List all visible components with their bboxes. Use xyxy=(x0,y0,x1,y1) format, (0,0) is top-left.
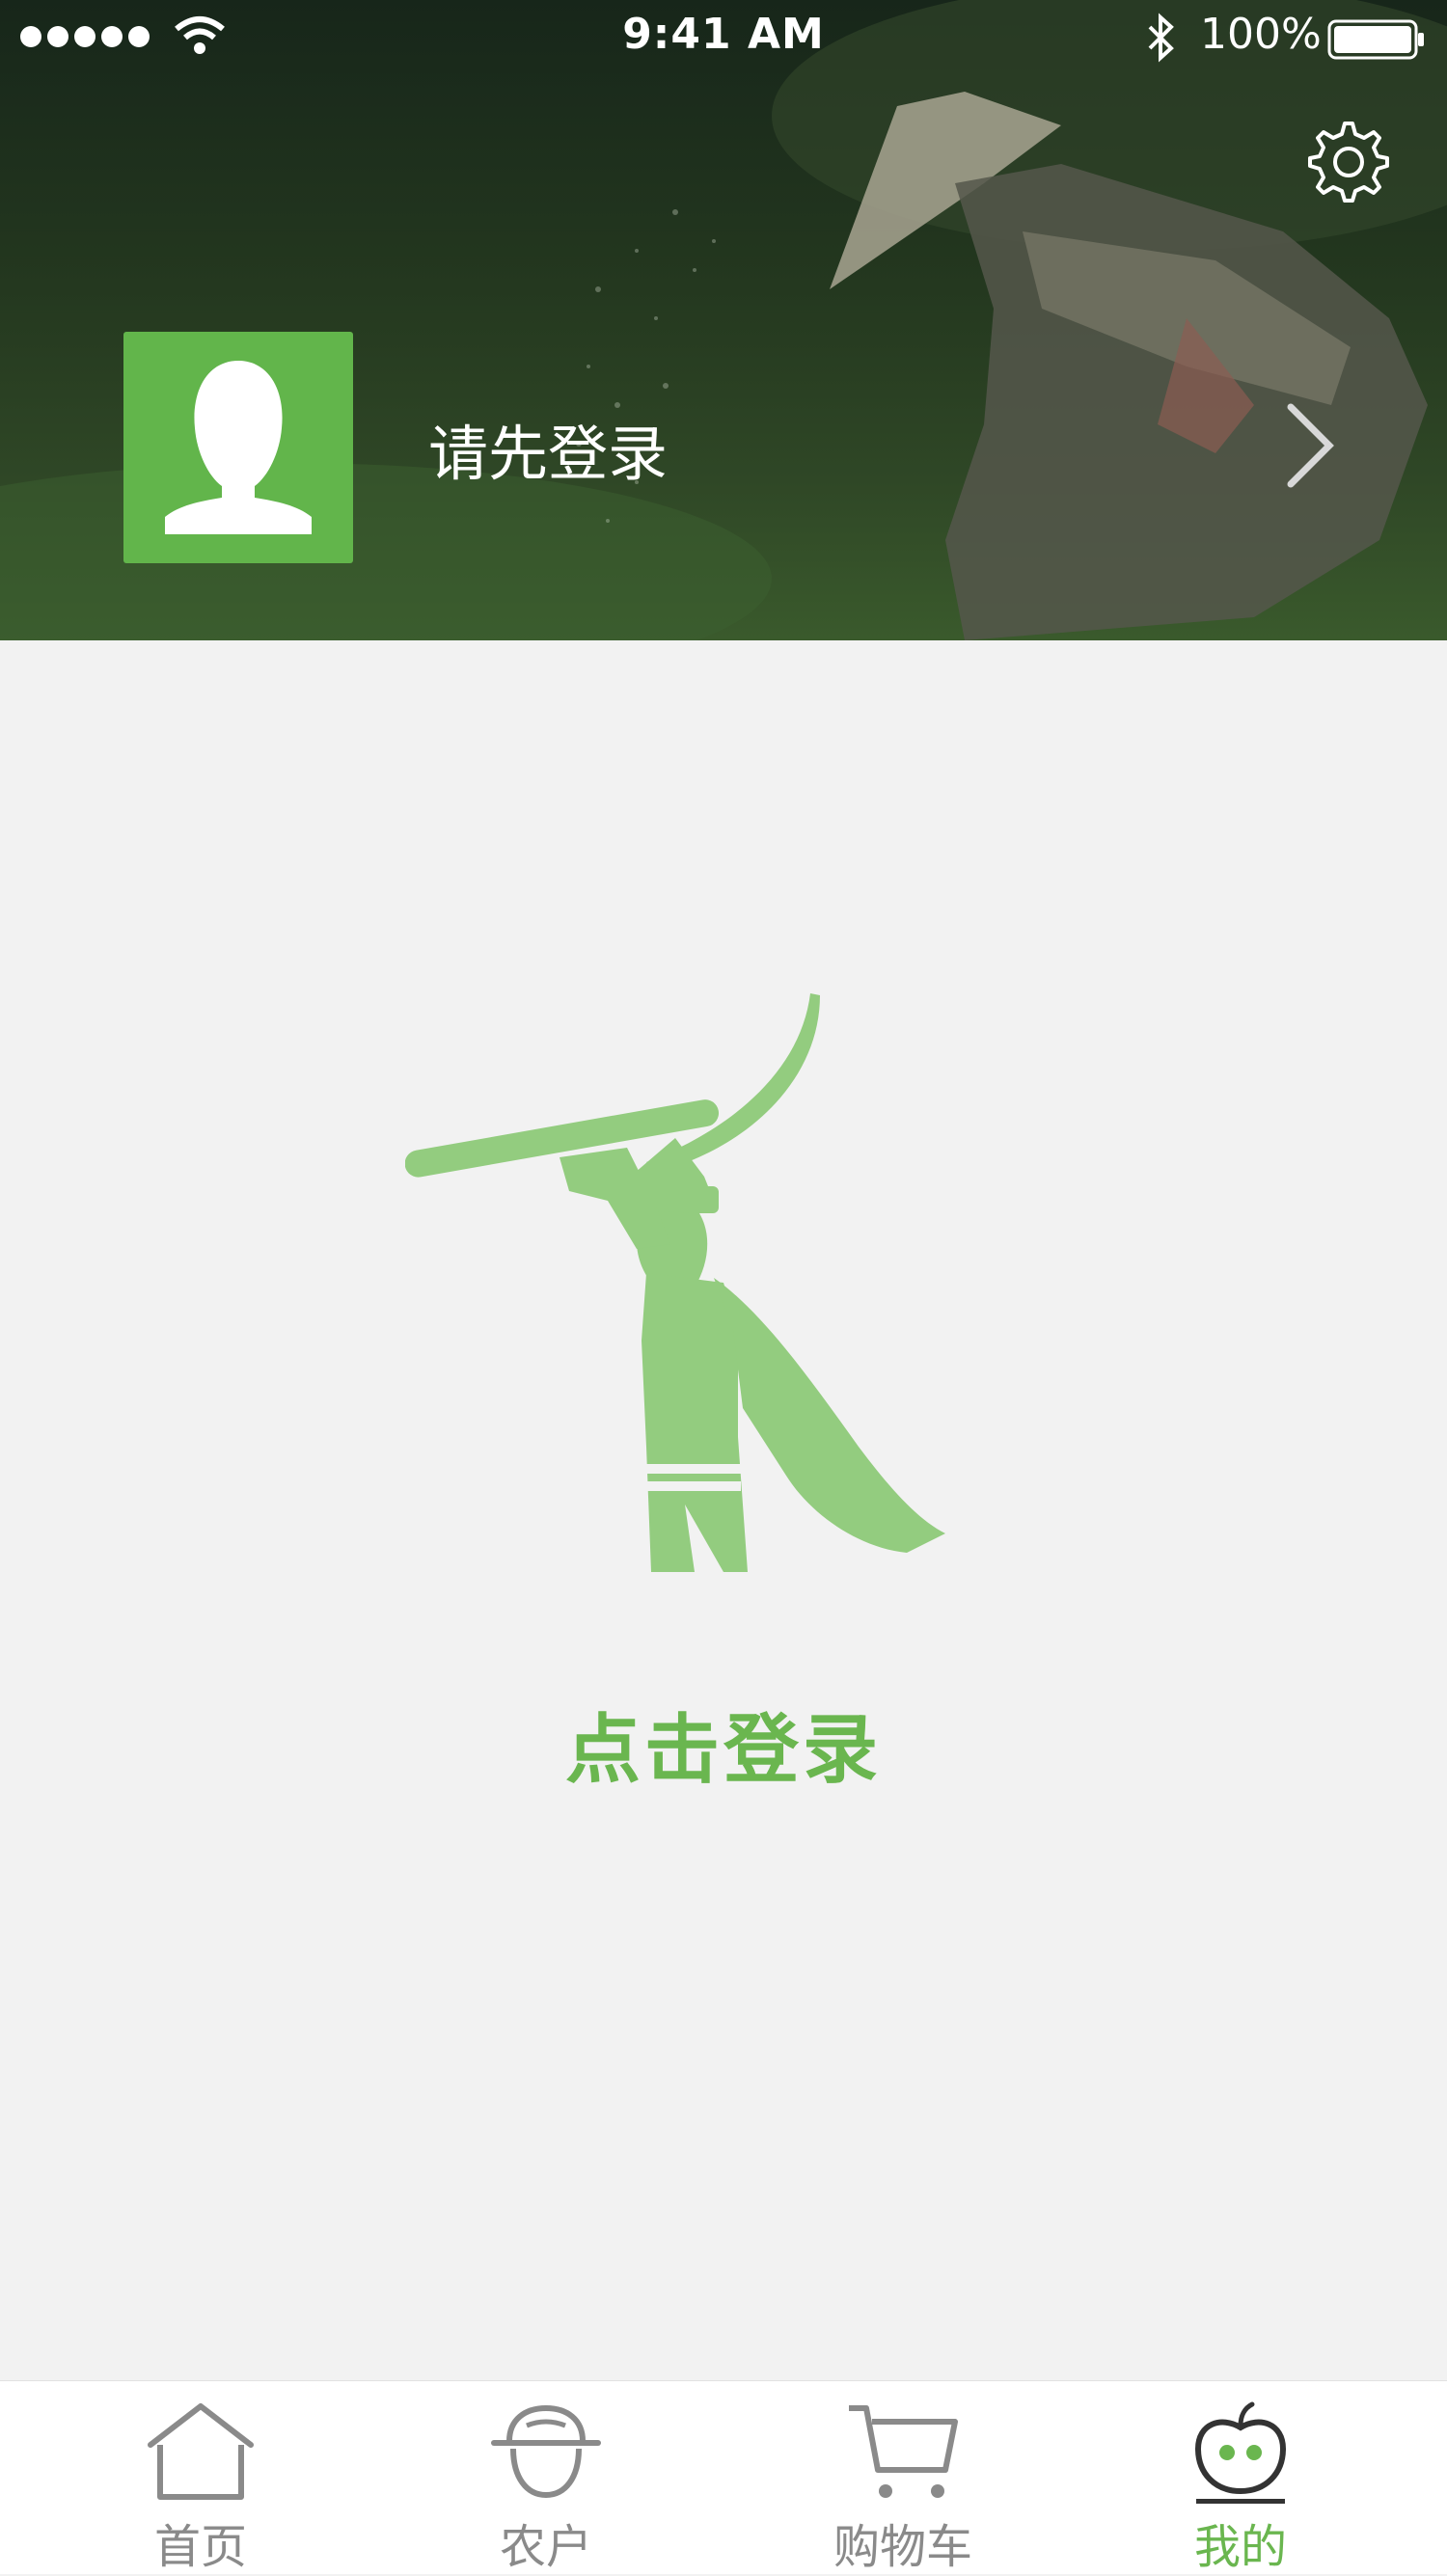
battery-icon xyxy=(1327,19,1424,60)
settings-gear-icon[interactable] xyxy=(1300,118,1389,206)
apple-icon xyxy=(1194,2401,1287,2504)
tab-mine-label: 我的 xyxy=(1193,2520,1287,2574)
chevron-right-icon[interactable] xyxy=(1279,397,1341,494)
farmer-icon xyxy=(491,2404,601,2499)
login-prompt-text[interactable]: 请先登录 xyxy=(428,405,668,492)
tab-bar: 首页 农户 购物车 我的 xyxy=(0,2380,1447,2574)
farmer-mascot-illustration xyxy=(405,993,945,1572)
avatar[interactable] xyxy=(123,332,353,563)
default-user-icon xyxy=(165,361,312,534)
tab-mine[interactable]: 我的 xyxy=(1096,2381,1385,2574)
click-login-button[interactable]: 点击登录 xyxy=(0,1690,1447,1798)
tab-cart[interactable]: 购物车 xyxy=(758,2381,1048,2574)
cart-icon xyxy=(849,2405,958,2498)
tab-farmers-label: 农户 xyxy=(499,2520,592,2574)
bluetooth-icon xyxy=(1148,13,1174,63)
tab-farmers[interactable]: 农户 xyxy=(401,2381,691,2574)
tab-cart-label: 购物车 xyxy=(833,2520,972,2574)
tab-home[interactable]: 首页 xyxy=(56,2381,345,2574)
home-icon xyxy=(148,2403,254,2500)
profile-header: 9:41 AM 100% 请先登录 xyxy=(0,0,1447,640)
tab-home-label: 首页 xyxy=(153,2520,247,2574)
battery-percent: 100% xyxy=(1200,10,1322,59)
status-bar: 9:41 AM 100% xyxy=(0,0,1447,77)
